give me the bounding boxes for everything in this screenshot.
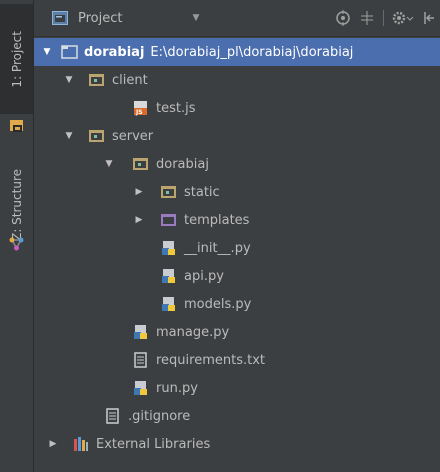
tree-item-server[interactable]: ▼ server (34, 122, 440, 150)
tree-item-client[interactable]: ▼ client (34, 66, 440, 94)
header-separator (383, 10, 384, 26)
tree-item-label: dorabiaj E:\dorabiaj_pl\dorabiaj\dorabiaj (84, 44, 354, 60)
tree-item-manage-py[interactable]: manage.py (34, 318, 440, 346)
package-folder-icon (89, 130, 104, 142)
tree-item-label: static (184, 184, 220, 200)
project-path: E:\dorabiaj_pl\dorabiaj\dorabiaj (150, 44, 354, 60)
python-file-icon (134, 325, 147, 339)
tree-item-label: .gitignore (128, 408, 191, 424)
structure-tool-icon (9, 237, 24, 251)
tree-item-label: server (112, 128, 154, 144)
hide-icon[interactable] (422, 10, 436, 26)
tab-project-label: 1: Project (9, 30, 24, 88)
tab-structure-label: Z: Structure (9, 169, 24, 241)
tree-item-root[interactable]: ▼ dorabiaj E:\dorabiaj_pl\dorabiaj\dorabi… (34, 38, 440, 66)
tree-item-label: test.js (156, 100, 196, 116)
tree-item-label: models.py (184, 296, 252, 312)
tree-item-label: client (112, 72, 148, 88)
tree-item-label: api.py (184, 268, 224, 284)
tree-item-requirements-txt[interactable]: requirements.txt (34, 346, 440, 374)
expand-arrow-icon[interactable]: ▼ (64, 75, 74, 85)
library-icon (74, 437, 88, 451)
target-icon[interactable] (335, 10, 351, 26)
tree-item-api-py[interactable]: api.py (34, 262, 440, 290)
tree-item-label: templates (184, 212, 250, 228)
expand-arrow-icon[interactable]: ▼ (104, 159, 114, 169)
project-tool-icon (10, 120, 23, 132)
tree-item-run-py[interactable]: run.py (34, 374, 440, 402)
js-file-icon: JS (134, 101, 147, 116)
text-file-icon (106, 408, 119, 424)
tree-item-label: manage.py (156, 324, 230, 340)
svg-text:JS: JS (135, 109, 143, 116)
tab-project[interactable]: 1: Project (0, 4, 33, 114)
tree-item-external-libraries[interactable]: ▶ External Libraries (34, 430, 440, 458)
view-selector[interactable]: Project (78, 11, 122, 26)
tree-item-label: External Libraries (96, 436, 211, 452)
tree-item-gitignore[interactable]: .gitignore (34, 402, 440, 430)
folder-icon (61, 45, 78, 59)
package-folder-icon (133, 158, 148, 170)
python-file-icon (162, 241, 175, 255)
expand-arrow-icon[interactable]: ▶ (134, 215, 144, 225)
tree-item-test-js[interactable]: JS test.js (34, 94, 440, 122)
tree-item-models-py[interactable]: models.py (34, 290, 440, 318)
package-folder-icon (89, 74, 104, 86)
tree-item-label: __init__.py (184, 240, 251, 256)
gear-icon[interactable] (392, 10, 414, 26)
tree-item-dorabiaj[interactable]: ▼ dorabiaj (34, 150, 440, 178)
expand-arrow-icon[interactable]: ▼ (42, 47, 52, 57)
project-icon (52, 11, 68, 25)
expand-arrow-icon[interactable]: ▶ (48, 439, 58, 449)
template-folder-icon (161, 214, 176, 226)
project-header: Project ▼ (34, 0, 440, 37)
python-file-icon (134, 381, 147, 395)
tree-item-label: dorabiaj (156, 156, 209, 172)
expand-arrow-icon[interactable]: ▼ (64, 131, 74, 141)
python-file-icon (162, 269, 175, 283)
collapse-icon[interactable] (359, 10, 375, 26)
python-file-icon (162, 297, 175, 311)
tree-item-static[interactable]: ▶ static (34, 178, 440, 206)
expand-arrow-icon[interactable]: ▶ (134, 187, 144, 197)
tree-item-templates[interactable]: ▶ templates (34, 206, 440, 234)
tree-item-label: requirements.txt (156, 352, 266, 368)
tree-item-init-py[interactable]: __init__.py (34, 234, 440, 262)
package-folder-icon (161, 186, 176, 198)
tool-window-strip: 1: Project Z: Structure (0, 0, 34, 472)
text-file-icon (134, 352, 147, 368)
chevron-down-icon[interactable]: ▼ (192, 13, 199, 23)
tree-item-label: run.py (156, 380, 198, 396)
